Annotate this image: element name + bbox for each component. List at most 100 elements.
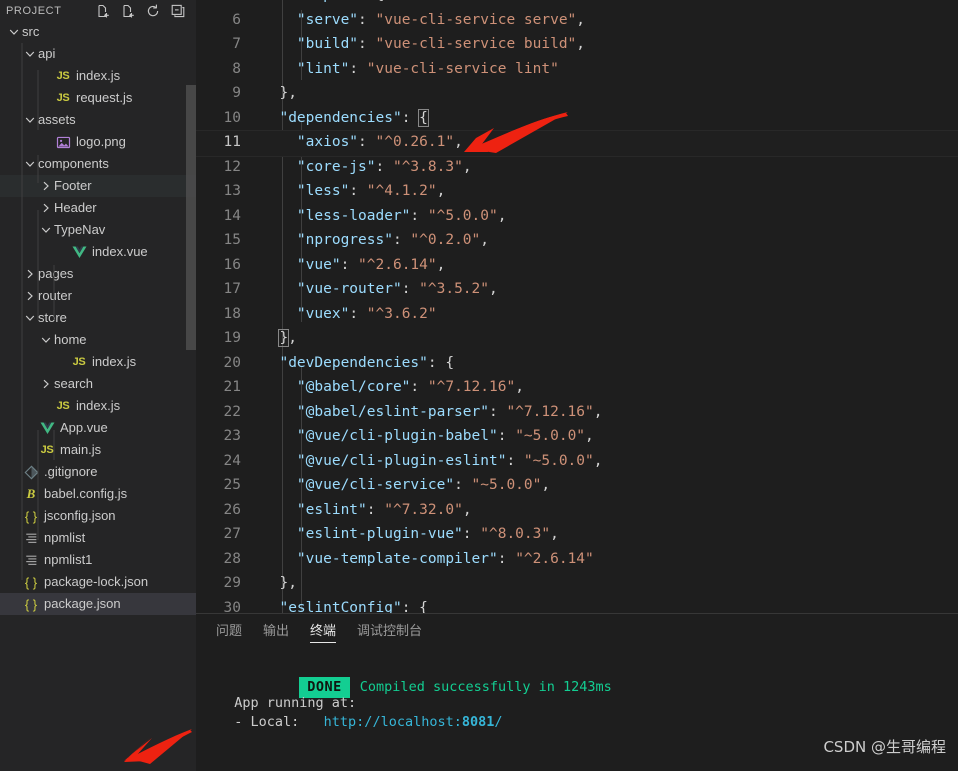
local-url-port[interactable]: 8081 (462, 714, 495, 730)
chevron-right-icon[interactable] (38, 178, 54, 194)
code-line[interactable]: 26 "eslint": "^7.32.0", (196, 498, 958, 523)
code-line[interactable]: 14 "less-loader": "^5.0.0", (196, 204, 958, 229)
code-line[interactable]: 20 "devDependencies": { (196, 351, 958, 376)
tree-indent-spacer (54, 354, 70, 370)
code-line[interactable]: 29 }, (196, 571, 958, 596)
panel-tabs[interactable]: 问题输出终端调试控制台 (196, 614, 958, 649)
code-line[interactable]: 9 }, (196, 81, 958, 106)
tree-item-gitignore[interactable]: .gitignore (0, 461, 196, 483)
local-url-suffix[interactable]: / (494, 714, 502, 730)
tree-item-components[interactable]: components (0, 153, 196, 175)
collapse-all-icon[interactable] (170, 3, 186, 19)
tree-item-package-json[interactable]: { }package.json (0, 593, 196, 615)
code-line[interactable]: 13 "less": "^4.1.2", (196, 179, 958, 204)
tree-item-label: src (22, 21, 39, 43)
code-line[interactable]: 25 "@vue/cli-service": "~5.0.0", (196, 473, 958, 498)
code-token-str: "^3.6.2" (367, 306, 437, 322)
code-line[interactable]: 23 "@vue/cli-plugin-babel": "~5.0.0", (196, 424, 958, 449)
code-line[interactable]: 17 "vue-router": "^3.5.2", (196, 277, 958, 302)
code-token-punct: : (463, 526, 480, 542)
new-folder-icon[interactable] (120, 3, 136, 19)
code-token-punct (262, 0, 279, 3)
code-line[interactable]: 10 "dependencies": { (196, 106, 958, 131)
tree-item-typenav[interactable]: TypeNav (0, 219, 196, 241)
code-line[interactable]: 16 "vue": "^2.6.14", (196, 253, 958, 278)
tree-item-babel-config-js[interactable]: Bbabel.config.js (0, 483, 196, 505)
panel-tab-2[interactable]: 终端 (310, 614, 336, 649)
new-file-icon[interactable] (95, 3, 111, 19)
file-tree[interactable]: srcapiJSindex.jsJSrequest.jsassetslogo.p… (0, 21, 196, 771)
code-token-str: "vue-cli-service serve" (376, 12, 577, 28)
tree-item-package-lock-json[interactable]: { }package-lock.json (0, 571, 196, 593)
tree-item-index-js[interactable]: JSindex.js (0, 351, 196, 373)
code-line[interactable]: 6 "serve": "vue-cli-service serve", (196, 8, 958, 33)
tree-item-header[interactable]: Header (0, 197, 196, 219)
chevron-right-icon[interactable] (38, 200, 54, 216)
tree-item-footer[interactable]: Footer (0, 175, 196, 197)
code-line-text: "vue": "^2.6.14", (262, 257, 445, 273)
js-file-icon: JS (38, 442, 56, 458)
code-line[interactable]: 18 "vuex": "^3.6.2" (196, 302, 958, 327)
chevron-down-icon[interactable] (22, 112, 38, 128)
terminal-output[interactable]: DONECompiled successfully in 1243ms App … (196, 649, 958, 732)
tree-item-home[interactable]: home (0, 329, 196, 351)
panel-tab-1[interactable]: 输出 (263, 614, 289, 649)
code-line[interactable]: 21 "@babel/core": "^7.12.16", (196, 375, 958, 400)
chevron-right-icon[interactable] (22, 266, 38, 282)
tree-item-src[interactable]: src (0, 21, 196, 43)
code-line[interactable]: 12 "core-js": "^3.8.3", (196, 155, 958, 180)
tree-item-assets[interactable]: assets (0, 109, 196, 131)
tree-item-search[interactable]: search (0, 373, 196, 395)
watermark: CSDN @生哥编程 (823, 736, 946, 757)
sidebar-scrollbar-thumb[interactable] (186, 85, 196, 350)
tree-item-index-js[interactable]: JSindex.js (0, 395, 196, 417)
code-line-text: "core-js": "^3.8.3", (262, 159, 472, 175)
panel-tab-0[interactable]: 问题 (216, 614, 242, 649)
panel-tab-3[interactable]: 调试控制台 (357, 614, 422, 649)
code-line[interactable]: 5 "scripts": { (196, 0, 958, 8)
chevron-down-icon[interactable] (22, 46, 38, 62)
local-url-prefix[interactable]: http://localhost: (324, 714, 462, 730)
explorer-sidebar: PROJECT (0, 0, 196, 771)
tree-item-request-js[interactable]: JSrequest.js (0, 87, 196, 109)
code-line[interactable]: 15 "nprogress": "^0.2.0", (196, 228, 958, 253)
js-file-icon: JS (54, 398, 72, 414)
code-line-text: "dependencies": { (262, 110, 428, 126)
code-line[interactable]: 28 "vue-template-compiler": "^2.6.14" (196, 547, 958, 572)
chevron-down-icon[interactable] (38, 332, 54, 348)
tree-item-pages[interactable]: pages (0, 263, 196, 285)
code-line[interactable]: 30 "eslintConfig": { (196, 596, 958, 614)
code-token-punct (262, 428, 297, 444)
tree-item-index-js[interactable]: JSindex.js (0, 65, 196, 87)
tree-item-jsconfig-json[interactable]: { }jsconfig.json (0, 505, 196, 527)
line-number: 27 (196, 526, 262, 542)
chevron-down-icon[interactable] (22, 310, 38, 326)
code-line-text: }, (262, 85, 297, 101)
chevron-down-icon[interactable] (6, 24, 22, 40)
code-line[interactable]: 8 "lint": "vue-cli-service lint" (196, 57, 958, 82)
tree-item-api[interactable]: api (0, 43, 196, 65)
code-token-punct: , (594, 404, 603, 420)
refresh-icon[interactable] (145, 3, 161, 19)
tree-item-npmlist1[interactable]: npmlist1 (0, 549, 196, 571)
tree-item-npmlist[interactable]: npmlist (0, 527, 196, 549)
code-line[interactable]: 24 "@vue/cli-plugin-eslint": "~5.0.0", (196, 449, 958, 474)
chevron-down-icon[interactable] (38, 222, 54, 238)
tree-item-main-js[interactable]: JSmain.js (0, 439, 196, 461)
chevron-down-icon[interactable] (22, 156, 38, 172)
code-token-key: "scripts" (279, 0, 358, 3)
code-line[interactable]: 11 "axios": "^0.26.1", (196, 130, 958, 155)
code-line[interactable]: 22 "@babel/eslint-parser": "^7.12.16", (196, 400, 958, 425)
code-line[interactable]: 7 "build": "vue-cli-service build", (196, 32, 958, 57)
tree-item-app-vue[interactable]: App.vue (0, 417, 196, 439)
code-line[interactable]: 27 "eslint-plugin-vue": "^8.0.3", (196, 522, 958, 547)
code-line[interactable]: 19 }, (196, 326, 958, 351)
tree-item-logo-png[interactable]: logo.png (0, 131, 196, 153)
tree-item-store[interactable]: store (0, 307, 196, 329)
tree-item-index-vue[interactable]: index.vue (0, 241, 196, 263)
chevron-right-icon[interactable] (38, 376, 54, 392)
tree-item-router[interactable]: router (0, 285, 196, 307)
chevron-right-icon[interactable] (22, 288, 38, 304)
line-number: 26 (196, 502, 262, 518)
code-editor[interactable]: 5 "scripts": {6 "serve": "vue-cli-servic… (196, 0, 958, 613)
